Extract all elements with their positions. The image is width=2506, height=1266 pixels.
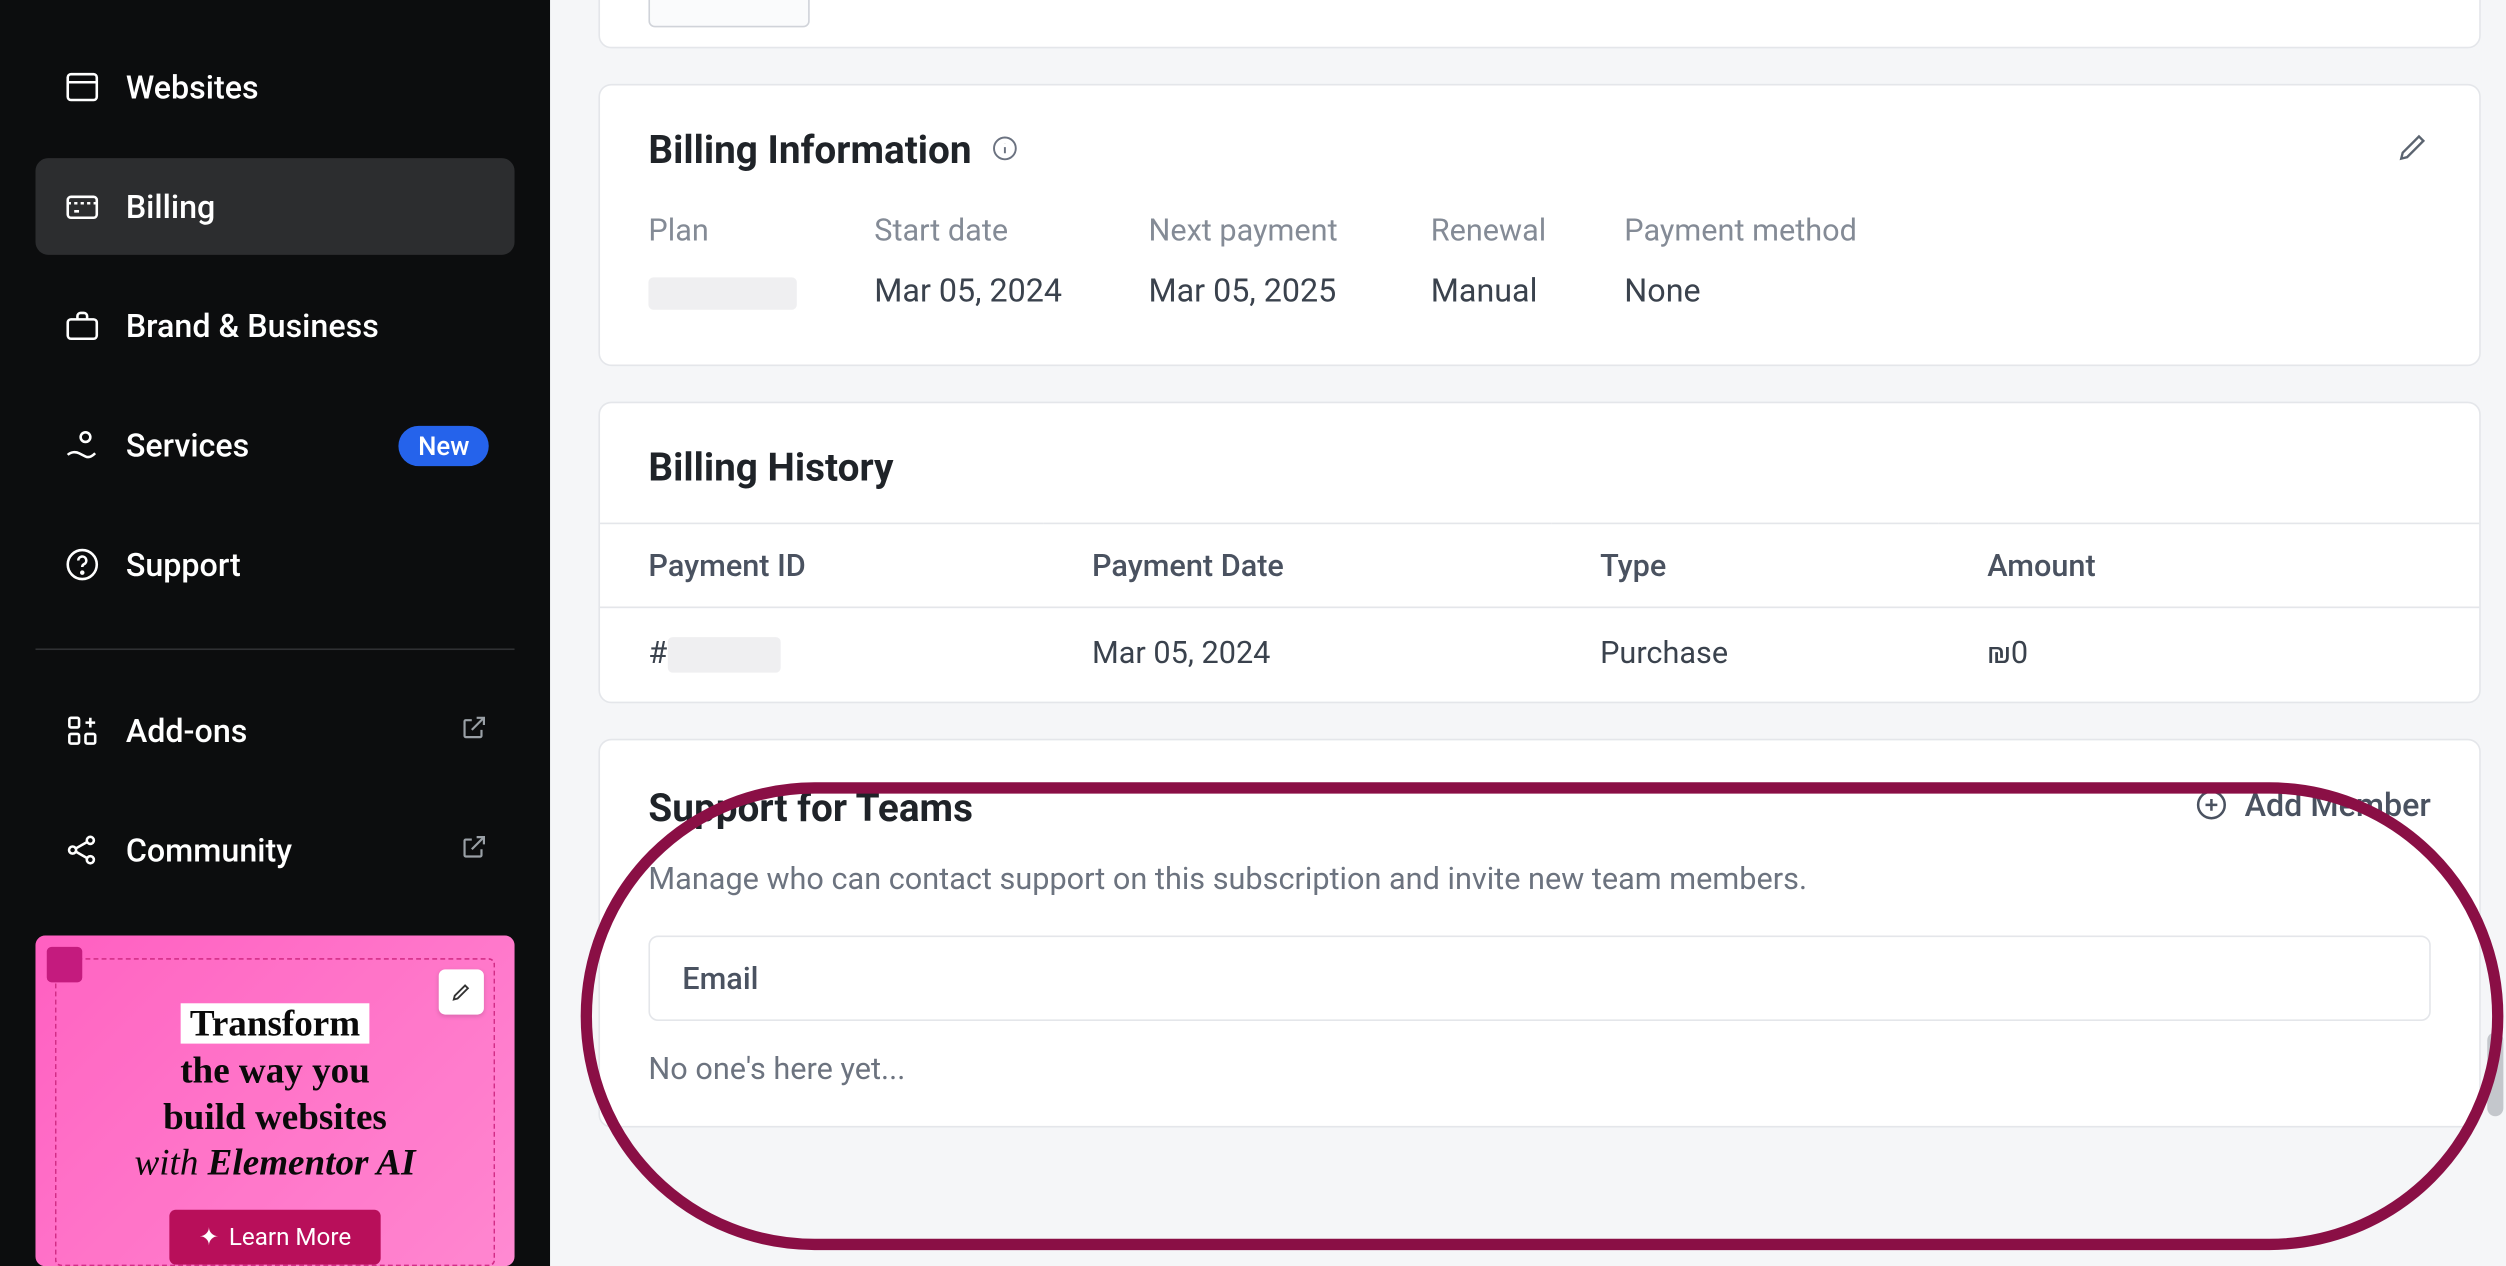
sidebar-item-services[interactable]: Services New xyxy=(35,397,514,494)
cell-type: Purchase xyxy=(1552,607,1939,701)
cell-payment-id: # xyxy=(600,607,1044,701)
hand-coins-icon xyxy=(61,424,103,466)
promo-square-icon xyxy=(47,947,82,982)
sidebar-item-label: Websites xyxy=(126,68,259,107)
redacted-plan xyxy=(648,277,796,309)
sidebar-item-brand[interactable]: Brand & Business xyxy=(35,277,514,374)
sidebar-item-label: Add-ons xyxy=(126,711,248,750)
teams-title: Support for Teams xyxy=(648,786,1807,831)
grid-plus-icon xyxy=(61,710,103,752)
nav-list-secondary: Add-ons Community xyxy=(0,682,550,921)
promo-text: Transform the way you build websites wit… xyxy=(76,1002,474,1187)
nav-list: Websites Billing Brand & Business Servic… xyxy=(0,39,550,636)
sidebar-item-community[interactable]: Community xyxy=(35,802,514,899)
col-payment-id: Payment ID xyxy=(600,523,1044,607)
info-icon[interactable] xyxy=(991,127,1020,172)
briefcase-icon xyxy=(61,305,103,347)
add-member-button[interactable]: Add Member xyxy=(2193,786,2431,825)
teams-subtitle: Manage who can contact support on this s… xyxy=(648,860,1807,897)
pencil-icon xyxy=(439,969,484,1014)
billing-history-table: Payment ID Payment Date Type Amount # Ma… xyxy=(600,523,2479,702)
renewal-column: Renewal Manual xyxy=(1431,211,1625,309)
promo-cta-button[interactable]: ✦Learn More xyxy=(170,1210,380,1265)
browser-icon xyxy=(61,66,103,108)
sidebar: Websites Billing Brand & Business Servic… xyxy=(0,0,550,1266)
external-link-icon xyxy=(460,711,489,750)
billing-history-title: Billing History xyxy=(600,445,2479,490)
edit-billing-button[interactable] xyxy=(2395,129,2430,171)
col-payment-date: Payment Date xyxy=(1044,523,1552,607)
teams-email-header: Email xyxy=(650,937,2429,1019)
table-header-row: Payment ID Payment Date Type Amount xyxy=(600,523,2479,607)
sidebar-item-label: Community xyxy=(126,831,292,870)
nav-divider xyxy=(35,648,514,650)
sidebar-item-websites[interactable]: Websites xyxy=(35,39,514,136)
external-link-icon xyxy=(460,831,489,870)
col-type: Type xyxy=(1552,523,1939,607)
sidebar-item-label: Brand & Business xyxy=(126,306,379,345)
main-content: https://www.qui.elemento... Billing Info… xyxy=(550,0,2506,1266)
badge-new: New xyxy=(399,425,489,465)
start-date-column: Start date Mar 05, 2024 xyxy=(874,211,1148,309)
sidebar-item-label: Billing xyxy=(126,187,216,226)
redacted-id xyxy=(667,637,780,672)
billing-info-title: Billing Information xyxy=(648,127,1020,172)
sidebar-item-label: Services xyxy=(126,426,249,465)
billing-info-card: Billing Information Plan Start date Mar … xyxy=(598,84,2480,366)
plan-column: Plan xyxy=(648,211,874,309)
teams-table: Email xyxy=(648,936,2430,1021)
scrollbar-thumb[interactable] xyxy=(2487,1032,2503,1116)
sidebar-item-addons[interactable]: Add-ons xyxy=(35,682,514,779)
card-icon xyxy=(61,185,103,227)
sidebar-item-label: Support xyxy=(126,545,241,584)
payment-method-column: Payment method None xyxy=(1624,211,1947,309)
sidebar-item-support[interactable]: Support xyxy=(35,516,514,613)
cell-payment-date: Mar 05, 2024 xyxy=(1044,607,1552,701)
next-payment-column: Next payment Mar 05, 2025 xyxy=(1148,211,1430,309)
cell-amount: ₪0 xyxy=(1939,607,2479,701)
support-teams-card: Support for Teams Manage who can contact… xyxy=(598,739,2480,1128)
help-circle-icon xyxy=(61,544,103,586)
sidebar-item-billing[interactable]: Billing xyxy=(35,158,514,255)
teams-empty-message: No one's here yet... xyxy=(648,1050,2430,1087)
promo-card[interactable]: Transform the way you build websites wit… xyxy=(35,936,514,1266)
website-link-card: https://www.qui.elemento... xyxy=(598,0,2480,48)
billing-history-card: Billing History Payment ID Payment Date … xyxy=(598,402,2480,704)
col-amount: Amount xyxy=(1939,523,2479,607)
share-nodes-icon xyxy=(61,829,103,871)
table-row[interactable]: # Mar 05, 2024 Purchase ₪0 xyxy=(600,607,2479,701)
site-thumbnail xyxy=(648,0,809,27)
